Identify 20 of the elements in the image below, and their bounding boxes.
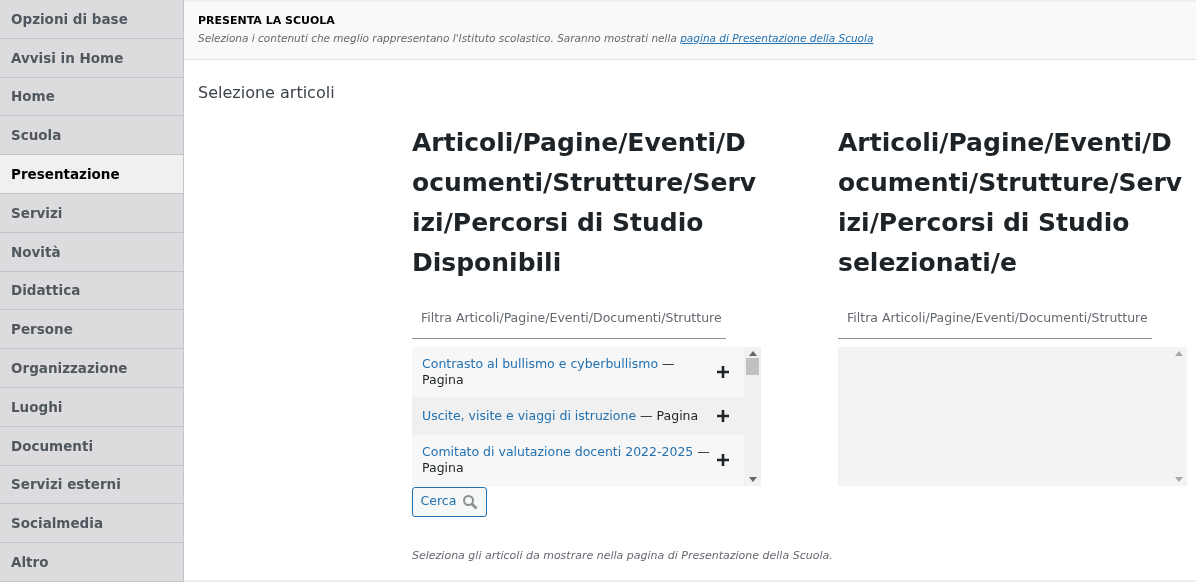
section-heading: PRESENTA LA SCUOLA [198,14,335,28]
item-label: Comitato di valutazione docenti 2022-2025 — Pagina [422,443,711,476]
item-label: Contrasto al bullismo e cyberbullismo — Pagina [422,355,676,388]
sidebar-item[interactable]: Presentazione [0,155,183,194]
search-icon [462,493,479,510]
scroll-down-icon[interactable] [748,476,757,482]
description-text: Seleziona i contenuti che meglio rappresentano l'Istituto scolastico. Saranno mostrati nella pagina di Presentazione della Scuola [198,31,874,45]
column-heading: Articoli/Pagine/Eventi/Documenti/Strutture/Servizi/Percorsi di Studio selezionati/e [838,126,1184,279]
presentation-page-link[interactable]: pagina di Presentazione della Scuola [680,32,874,44]
add-button[interactable] [716,408,730,423]
item-label: Uscite, visite e viaggi di istruzione — Pagina [422,407,700,424]
help-text: Seleziona gli articoli da mostrare nella pagina di Presentazione della Scuola. [412,547,833,564]
add-button[interactable] [716,452,730,467]
search-button[interactable]: Cerca [412,486,487,517]
column-heading: Articoli/Pagine/Eventi/Documenti/Strutture/Servizi/Percorsi di Studio Disponibili [412,126,758,279]
list-item[interactable]: Comitato di valutazione docenti 2022-2025 — Pagina [412,434,744,485]
add-button[interactable] [716,364,730,379]
scrollbar-thumb[interactable] [746,357,759,375]
list-item[interactable]: Contrasto al bullismo e cyberbullismo — Pagina [412,346,744,397]
section-title: Selezione articoli [198,82,335,103]
